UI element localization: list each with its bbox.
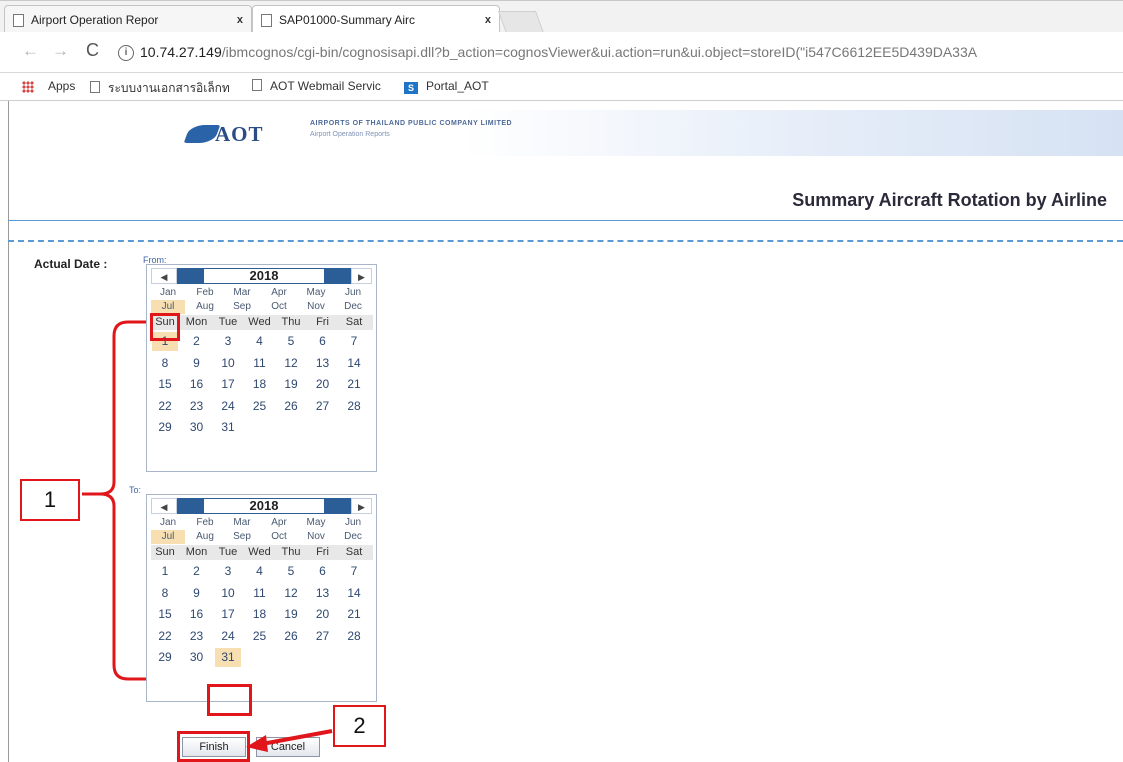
step-2-callout: 2	[333, 705, 386, 747]
to-selected-day-highlight	[207, 684, 252, 716]
finish-button-highlight	[177, 731, 250, 762]
arrow-annotation-line	[261, 729, 333, 746]
from-selected-day-highlight	[150, 313, 180, 341]
step-1-callout: 1	[20, 479, 80, 521]
bracket-annotation	[82, 320, 146, 681]
annotation-overlay	[82, 320, 333, 752]
